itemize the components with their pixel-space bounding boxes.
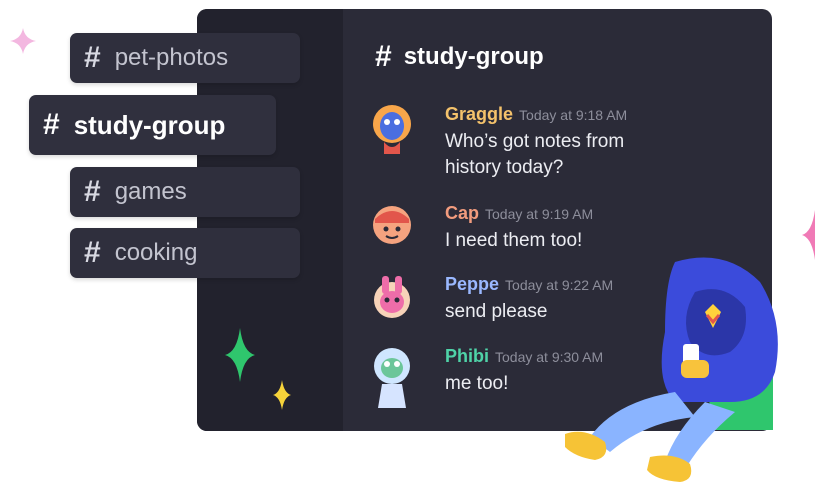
avatar-cap[interactable] bbox=[370, 203, 411, 244]
channel-label: study-group bbox=[73, 109, 226, 140]
avatar-phibi[interactable] bbox=[370, 346, 410, 408]
avatar-peppe[interactable] bbox=[370, 274, 410, 318]
sparkle-yellow-icon bbox=[273, 380, 291, 410]
character-illustration bbox=[565, 257, 778, 482]
author-name[interactable]: Cap bbox=[445, 203, 479, 224]
channel-pet-photos[interactable]: # pet-photos bbox=[70, 33, 300, 83]
avatar-graggle[interactable] bbox=[370, 104, 411, 154]
author-name[interactable]: Graggle bbox=[445, 104, 513, 125]
channel-games[interactable]: # games bbox=[70, 167, 300, 217]
channel-header: # study-group bbox=[375, 40, 544, 74]
sparkle-pink-icon bbox=[802, 210, 815, 260]
channel-label: cooking bbox=[114, 239, 198, 266]
message-text: Who’s got notes from history today? bbox=[445, 131, 625, 178]
message-item: Cap Today at 9:19 AM I need them too! bbox=[370, 203, 593, 254]
hash-icon: # bbox=[84, 236, 101, 269]
sparkle-pink-icon bbox=[10, 28, 36, 54]
timestamp: Today at 9:19 AM bbox=[485, 206, 594, 222]
timestamp: Today at 9:18 AM bbox=[519, 107, 628, 123]
channel-title: study-group bbox=[403, 43, 544, 70]
hash-icon: # bbox=[84, 41, 101, 74]
channel-label: pet-photos bbox=[114, 44, 229, 71]
hash-icon: # bbox=[84, 175, 101, 208]
channel-label: games bbox=[114, 178, 187, 205]
message-text: I need them too! bbox=[445, 230, 583, 251]
channel-study-group[interactable]: # study-group bbox=[29, 95, 276, 155]
author-name[interactable]: Phibi bbox=[445, 346, 489, 367]
sparkle-green-icon bbox=[225, 328, 255, 382]
hash-icon: # bbox=[375, 40, 392, 73]
message-item: Graggle Today at 9:18 AM Who’s got notes… bbox=[370, 104, 645, 181]
hash-icon: # bbox=[43, 108, 60, 141]
channel-cooking[interactable]: # cooking bbox=[70, 228, 300, 278]
author-name[interactable]: Peppe bbox=[445, 274, 499, 295]
